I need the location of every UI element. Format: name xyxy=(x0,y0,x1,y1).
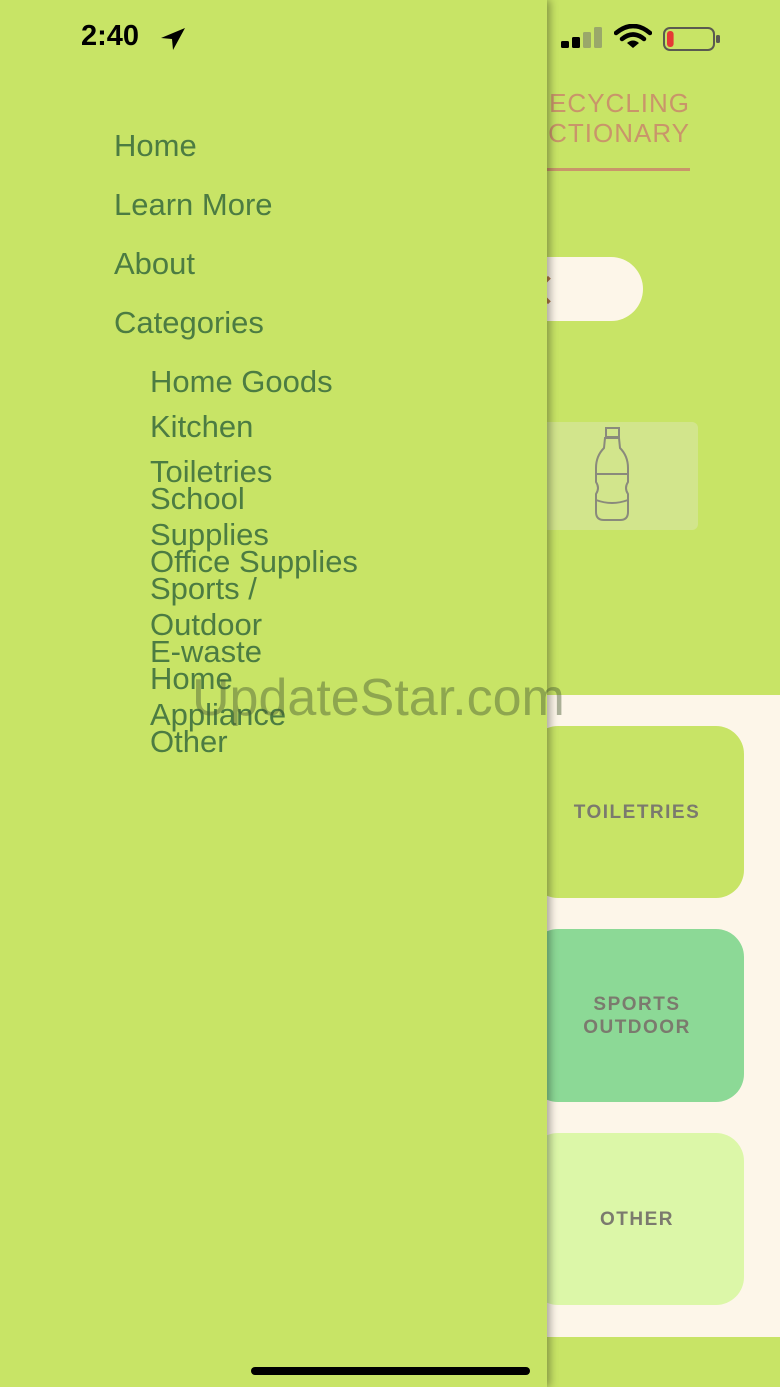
category-tile-toiletries[interactable]: TOILETRIES xyxy=(530,726,744,898)
category-tile-other[interactable]: OTHER xyxy=(530,1133,744,1305)
category-label: OUTDOOR xyxy=(583,1016,691,1038)
subcategory-other[interactable]: Other xyxy=(150,724,420,760)
nav-item-categories[interactable]: Categories xyxy=(114,305,264,341)
status-time: 2:40 xyxy=(81,20,140,52)
battery-icon xyxy=(663,27,720,51)
category-label: TOILETRIES xyxy=(573,801,701,823)
subcategory-home-goods[interactable]: Home Goods xyxy=(150,364,420,400)
cellular-signal-icon xyxy=(561,27,602,48)
bottle-icon xyxy=(595,427,629,521)
nav-item-about[interactable]: About xyxy=(114,246,195,282)
subcategory-school-supplies[interactable]: School xyxy=(150,481,420,517)
navigation-drawer: Home Learn More About Categories Home Go… xyxy=(0,0,547,1387)
category-label: SPORTS xyxy=(593,993,681,1015)
nav-item-home[interactable]: Home xyxy=(114,128,197,164)
category-tile-sports-outdoor[interactable]: SPORTS OUTDOOR xyxy=(530,929,744,1102)
location-arrow-icon xyxy=(161,28,185,50)
category-label: OTHER xyxy=(600,1208,674,1230)
home-indicator[interactable] xyxy=(251,1367,530,1375)
nav-item-learn-more[interactable]: Learn More xyxy=(114,187,273,223)
subcategory-kitchen[interactable]: Kitchen xyxy=(150,409,420,445)
subcategory-sports-outdoor[interactable]: Sports / xyxy=(150,571,420,607)
subcategory-home-appliance[interactable]: Home xyxy=(150,661,420,697)
wifi-icon xyxy=(614,24,652,48)
